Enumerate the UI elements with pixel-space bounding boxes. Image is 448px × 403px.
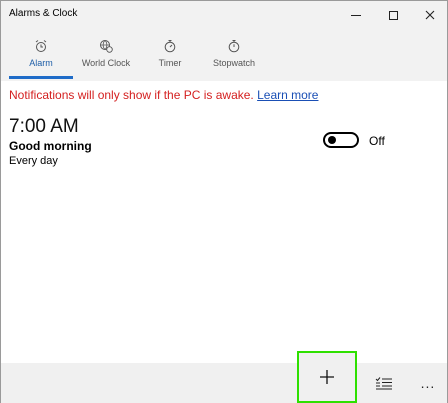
notification-warning-text: Notifications will only show if the PC i… [9, 88, 254, 102]
notification-warning: Notifications will only show if the PC i… [9, 88, 318, 102]
add-icon [320, 370, 334, 384]
app-title: Alarms & Clock [9, 8, 78, 19]
stopwatch-icon [228, 40, 240, 53]
minimize-icon [351, 14, 361, 16]
world-clock-icon [100, 40, 113, 53]
command-bar: ... [1, 351, 447, 403]
more-icon: ... [420, 375, 436, 391]
alarm-time: 7:00 AM [9, 116, 79, 137]
alarm-clock-icon [35, 40, 47, 52]
tab-stopwatch[interactable]: Stopwatch [208, 29, 260, 81]
active-tab-indicator [9, 76, 73, 79]
tab-alarm[interactable]: Alarm [21, 29, 61, 81]
tab-alarm-label: Alarm [29, 58, 53, 68]
close-button[interactable] [410, 1, 448, 29]
tab-timer-label: Timer [158, 58, 182, 68]
select-alarms-button[interactable] [367, 363, 401, 403]
alarm-repeat: Every day [9, 155, 58, 167]
select-icon [375, 377, 392, 390]
close-icon [425, 10, 435, 20]
timer-icon [164, 40, 176, 53]
add-alarm-button[interactable] [297, 351, 357, 403]
toggle-knob [328, 136, 336, 144]
learn-more-link[interactable]: Learn more [257, 88, 318, 102]
app-window: Alarms & Clock Alarm World Clock Timer S… [0, 0, 448, 403]
maximize-button[interactable] [373, 1, 413, 29]
more-options-button[interactable]: ... [411, 363, 445, 403]
minimize-button[interactable] [336, 1, 376, 29]
alarm-toggle-label: Off [369, 134, 385, 148]
tab-bar: Alarm World Clock Timer Stopwatch [1, 29, 447, 81]
title-bar: Alarms & Clock [1, 1, 447, 29]
tab-world-clock[interactable]: World Clock [77, 29, 135, 81]
tab-stopwatch-label: Stopwatch [212, 58, 256, 68]
alarm-name: Good morning [9, 139, 92, 153]
maximize-icon [388, 10, 398, 20]
alarm-toggle[interactable] [323, 132, 359, 148]
tab-timer[interactable]: Timer [152, 29, 188, 81]
tab-world-clock-label: World Clock [81, 58, 131, 68]
